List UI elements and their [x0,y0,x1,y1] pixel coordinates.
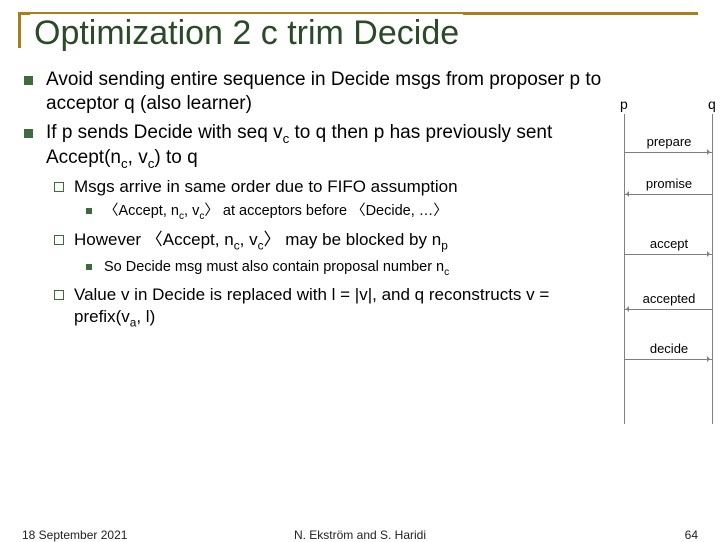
diagram-msg-decide: decide [624,341,714,356]
bullet-2a1: 〈Accept, nc, vc〉 at acceptors before 〈De… [74,202,610,223]
bullet-2a1-text: 〈Accept, nc, vc〉 at acceptors before 〈De… [104,203,448,219]
bullet-2c: Value v in Decide is replaced with l = |… [46,284,610,330]
diagram-q-line [712,114,713,424]
bullet-2b: However 〈Accept, nc, vc〉 may be blocked … [46,229,610,279]
bullet-2: If p sends Decide with seq vc to q then … [20,121,610,331]
bullet-1-text: Avoid sending entire sequence in Decide … [46,69,601,114]
bullet-2b1: So Decide msg must also contain proposal… [74,258,610,279]
bullet-2-text: If p sends Decide with seq vc to q then … [46,122,552,169]
diagram-msg-promise: promise [624,176,714,191]
bullet-2c-text: Value v in Decide is replaced with l = |… [74,285,549,326]
diagram-arrow-5 [624,359,712,360]
slide-content: Avoid sending entire sequence in Decide … [20,68,610,336]
bullet-2b1-text: So Decide msg must also contain proposal… [104,259,449,275]
slide-title: Optimization 2 c trim Decide [30,14,463,53]
diagram-q-label: q [708,96,716,112]
diagram-arrow-1 [624,152,712,153]
diagram-p-label: p [620,96,628,112]
bullet-2b-text: However 〈Accept, nc, vc〉 may be blocked … [74,230,448,249]
sequence-diagram: p q prepare promise accept accepted deci… [616,96,716,436]
diagram-msg-accepted: accepted [624,291,714,306]
diagram-msg-accept: accept [624,236,714,251]
bullet-2a: Msgs arrive in same order due to FIFO as… [46,176,610,223]
diagram-arrow-3 [624,254,712,255]
bullet-1: Avoid sending entire sequence in Decide … [20,68,610,117]
diagram-arrow-2 [624,194,712,195]
bullet-2a-text: Msgs arrive in same order due to FIFO as… [74,177,458,196]
diagram-arrow-4 [624,309,712,310]
diagram-p-line [624,114,625,424]
diagram-msg-prepare: prepare [624,134,714,149]
